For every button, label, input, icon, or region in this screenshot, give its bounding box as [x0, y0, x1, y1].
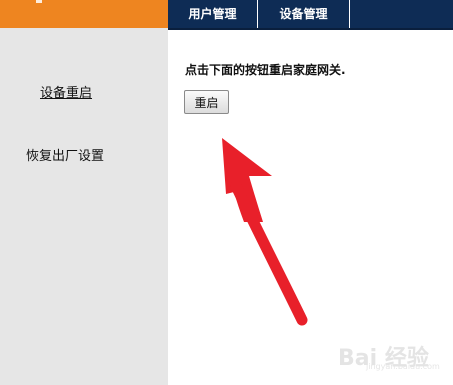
sidebar-item-device-restart[interactable]: 设备重启: [40, 82, 92, 101]
tab-user-management[interactable]: 用户管理: [168, 0, 257, 28]
sidebar: 设备重启 恢复出厂设置: [0, 28, 168, 385]
restart-button[interactable]: 重启: [184, 90, 229, 114]
top-nav: 用户管理 设备管理: [168, 0, 453, 30]
watermark-url: jingyan.baidu.com: [366, 362, 440, 371]
header-logo-fragment: [36, 0, 42, 3]
tab-device-management[interactable]: 设备管理: [257, 0, 350, 28]
restart-instruction: 点击下面的按钮重启家庭网关.: [185, 63, 346, 77]
header-brand-bar: [0, 0, 168, 28]
baidu-watermark: Bai 经验 jingyan.baidu.com: [338, 338, 440, 372]
sidebar-item-factory-reset[interactable]: 恢复出厂设置: [26, 145, 104, 164]
main-content: 点击下面的按钮重启家庭网关. 重启: [168, 30, 453, 385]
